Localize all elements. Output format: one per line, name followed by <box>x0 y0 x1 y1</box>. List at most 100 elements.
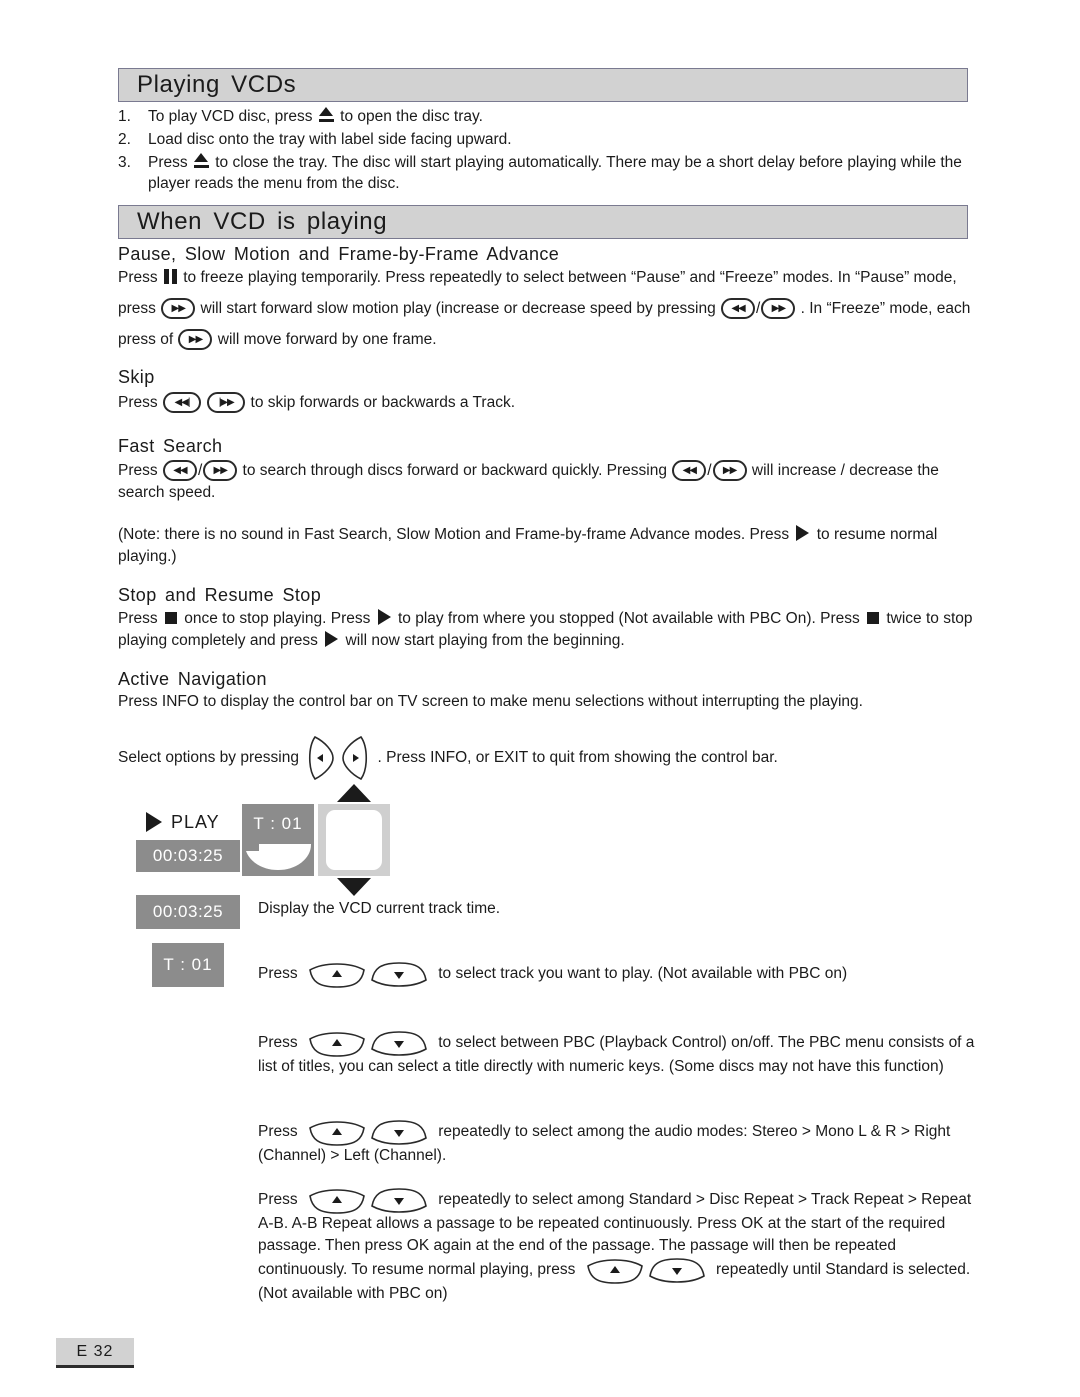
control-bar-track-value: T : 01 <box>253 814 303 833</box>
play-triangle-icon <box>146 812 162 832</box>
text-fragment: Select options by pressing <box>118 749 304 767</box>
paragraph-active-navigation-line2: Select options by pressing . Press INFO,… <box>118 733 986 783</box>
step-text-before: To play VCD disc, press <box>148 108 317 125</box>
up-down-rocker-buttons-icon <box>584 1257 708 1285</box>
step-number: 2. <box>118 131 131 148</box>
paragraph-audio-modes: Press repeatedly to select among the aud… <box>258 1119 980 1167</box>
text-fragment: (Note: there is no sound in Fast Search,… <box>118 526 794 543</box>
fast-forward-button-icon: ▶▶ <box>712 460 747 482</box>
playing-vcds-steps: 1. To play VCD disc, press to open the d… <box>118 106 978 196</box>
control-bar-time-value: 00:03:25 <box>136 840 240 872</box>
control-bar-track-cell: T : 01 <box>242 804 314 876</box>
play-icon <box>796 525 810 541</box>
text-fragment: once to stop playing. Press <box>179 610 375 627</box>
list-item: 2. Load disc onto the tray with label si… <box>118 129 978 150</box>
text-fragment: . Press INFO, or EXIT to quit from showi… <box>373 749 778 767</box>
paragraph-repeat-modes: Press repeatedly to select among Standar… <box>258 1187 980 1305</box>
disc-tray-icon <box>245 844 311 870</box>
stop-icon <box>164 612 177 624</box>
eject-icon <box>193 153 209 169</box>
subheading-skip: Skip <box>118 367 155 387</box>
control-bar-diagram: PLAY 00:03:25 T : 01 <box>136 784 436 896</box>
legend-badge-track: T : 01 <box>152 943 224 987</box>
legend-text-track: Press to select track you want to play. … <box>258 961 978 988</box>
up-down-rocker-buttons-icon <box>306 1187 430 1215</box>
section-title-playing-vcds: Playing VCDs <box>137 71 297 98</box>
text-fragment: this function) <box>855 1058 944 1075</box>
rewind-glyph: ◀◀ <box>731 302 745 314</box>
list-item: 3. Press to close the tray. The disc wil… <box>118 152 978 194</box>
stop-icon <box>867 612 880 624</box>
text-fragment: to skip forwards or backwards a Track. <box>246 394 516 411</box>
paragraph-active-navigation-line1: Press INFO to display the control bar on… <box>118 693 863 710</box>
step-text-before: Press <box>148 154 192 171</box>
previous-track-button-icon: ◀◀| <box>162 392 201 414</box>
text-fragment: Press <box>258 1123 302 1141</box>
legend-text-time: Display the VCD current track time. <box>258 900 501 917</box>
section-title-when-vcd-is-playing: When VCD is playing <box>137 208 388 235</box>
text-fragment: to select between PBC (Playback Control)… <box>433 1034 945 1052</box>
play-icon <box>325 631 339 647</box>
list-item: 1. To play VCD disc, press to open the d… <box>118 106 978 127</box>
paragraph-stop-resume: Press once to stop playing. Press to pla… <box>118 608 986 652</box>
text-fragment: will move forward by one frame. <box>213 331 437 348</box>
text-fragment: will now start playing from the beginnin… <box>341 632 625 649</box>
step-number: 3. <box>118 154 131 171</box>
forward-glyph: ▶▶ <box>171 302 186 314</box>
control-bar-option-inner <box>326 810 382 870</box>
text-fragment: to freeze playing temporarily. Press rep… <box>178 269 851 286</box>
section-header-playing-vcds: Playing VCDs <box>118 68 968 102</box>
paragraph-pbc: Press to select between PBC (Playback Co… <box>258 1030 980 1078</box>
forward-glyph: ▶▶ <box>722 464 737 476</box>
paragraph-pause-slow-motion: Press to freeze playing temporarily. Pre… <box>118 262 978 355</box>
section-header-when-vcd-is-playing: When VCD is playing <box>118 205 968 239</box>
arrow-down-icon <box>337 878 371 896</box>
step-text-after: to open the disc tray. <box>335 108 483 125</box>
step-text-after: to close the tray. The disc will start p… <box>148 154 962 192</box>
forward-glyph: ▶▶ <box>188 333 203 345</box>
page-number-footer: E 32 <box>56 1338 134 1368</box>
control-bar-play-label: PLAY <box>171 811 220 832</box>
subheading-fast-search: Fast Search <box>118 436 223 456</box>
text-fragment: repeatedly to select among Standard > Di… <box>433 1191 904 1209</box>
fast-forward-button-icon: ▶▶ <box>178 329 213 351</box>
text-fragment: Press <box>118 269 162 286</box>
up-down-rocker-buttons-icon <box>306 1030 430 1058</box>
step-text: Load disc onto the tray with label side … <box>148 131 512 148</box>
rewind-glyph: ◀◀ <box>682 464 697 476</box>
text-fragment: to play from where you stopped (Not avai… <box>393 610 816 627</box>
up-down-rocker-buttons-icon <box>306 1119 430 1147</box>
left-right-nav-buttons-icon <box>307 733 369 783</box>
step-text: Press to close the tray. The disc will s… <box>148 152 978 194</box>
text-fragment: to search through discs forward or backw… <box>238 462 672 479</box>
text-fragment: Press <box>258 965 302 983</box>
text-fragment: will increase / <box>747 462 845 479</box>
control-bar-play-cell: PLAY 00:03:25 <box>136 804 240 872</box>
pause-icon <box>163 269 177 284</box>
text-fragment: Press <box>118 462 162 479</box>
rewind-glyph: ◀◀ <box>173 464 187 476</box>
text-fragment: Press <box>258 1191 302 1209</box>
text-fragment: Press <box>118 394 162 411</box>
rewind-button-icon: ◀◀ <box>721 298 756 320</box>
forward-glyph: ▶▶ <box>771 302 786 314</box>
fast-forward-button-icon: ▶▶ <box>161 298 196 320</box>
text-fragment: to select track you want to play. (Not a… <box>433 965 848 983</box>
forward-glyph: ▶▶ <box>213 464 228 476</box>
legend-badge-time: 00:03:25 <box>136 895 240 929</box>
prev-track-glyph: ◀◀| <box>174 396 190 408</box>
fast-forward-button-icon: ▶▶ <box>761 298 796 320</box>
step-text: To play VCD disc, press to open the disc… <box>148 106 978 127</box>
text-fragment: to <box>812 526 830 543</box>
paragraph-fast-search: Press ◀◀ / ▶▶ to search through discs forw… <box>118 460 939 501</box>
fast-forward-button-icon: ▶▶ <box>203 460 238 482</box>
manual-page: Playing VCDs 1. To play VCD disc, press … <box>0 0 1080 1397</box>
text-fragment: Press <box>118 610 162 627</box>
arrow-up-icon <box>337 784 371 802</box>
paragraph-skip: Press ◀◀| |▶▶ to skip forwards or backwa… <box>118 392 978 414</box>
rewind-button-icon: ◀◀ <box>672 460 707 482</box>
step-number: 1. <box>118 108 131 125</box>
next-track-glyph: |▶▶ <box>218 396 235 408</box>
text-fragment: repeatedly to select among the audio mod… <box>433 1123 897 1141</box>
text-fragment: will start forward slow motion play (inc… <box>196 300 716 317</box>
